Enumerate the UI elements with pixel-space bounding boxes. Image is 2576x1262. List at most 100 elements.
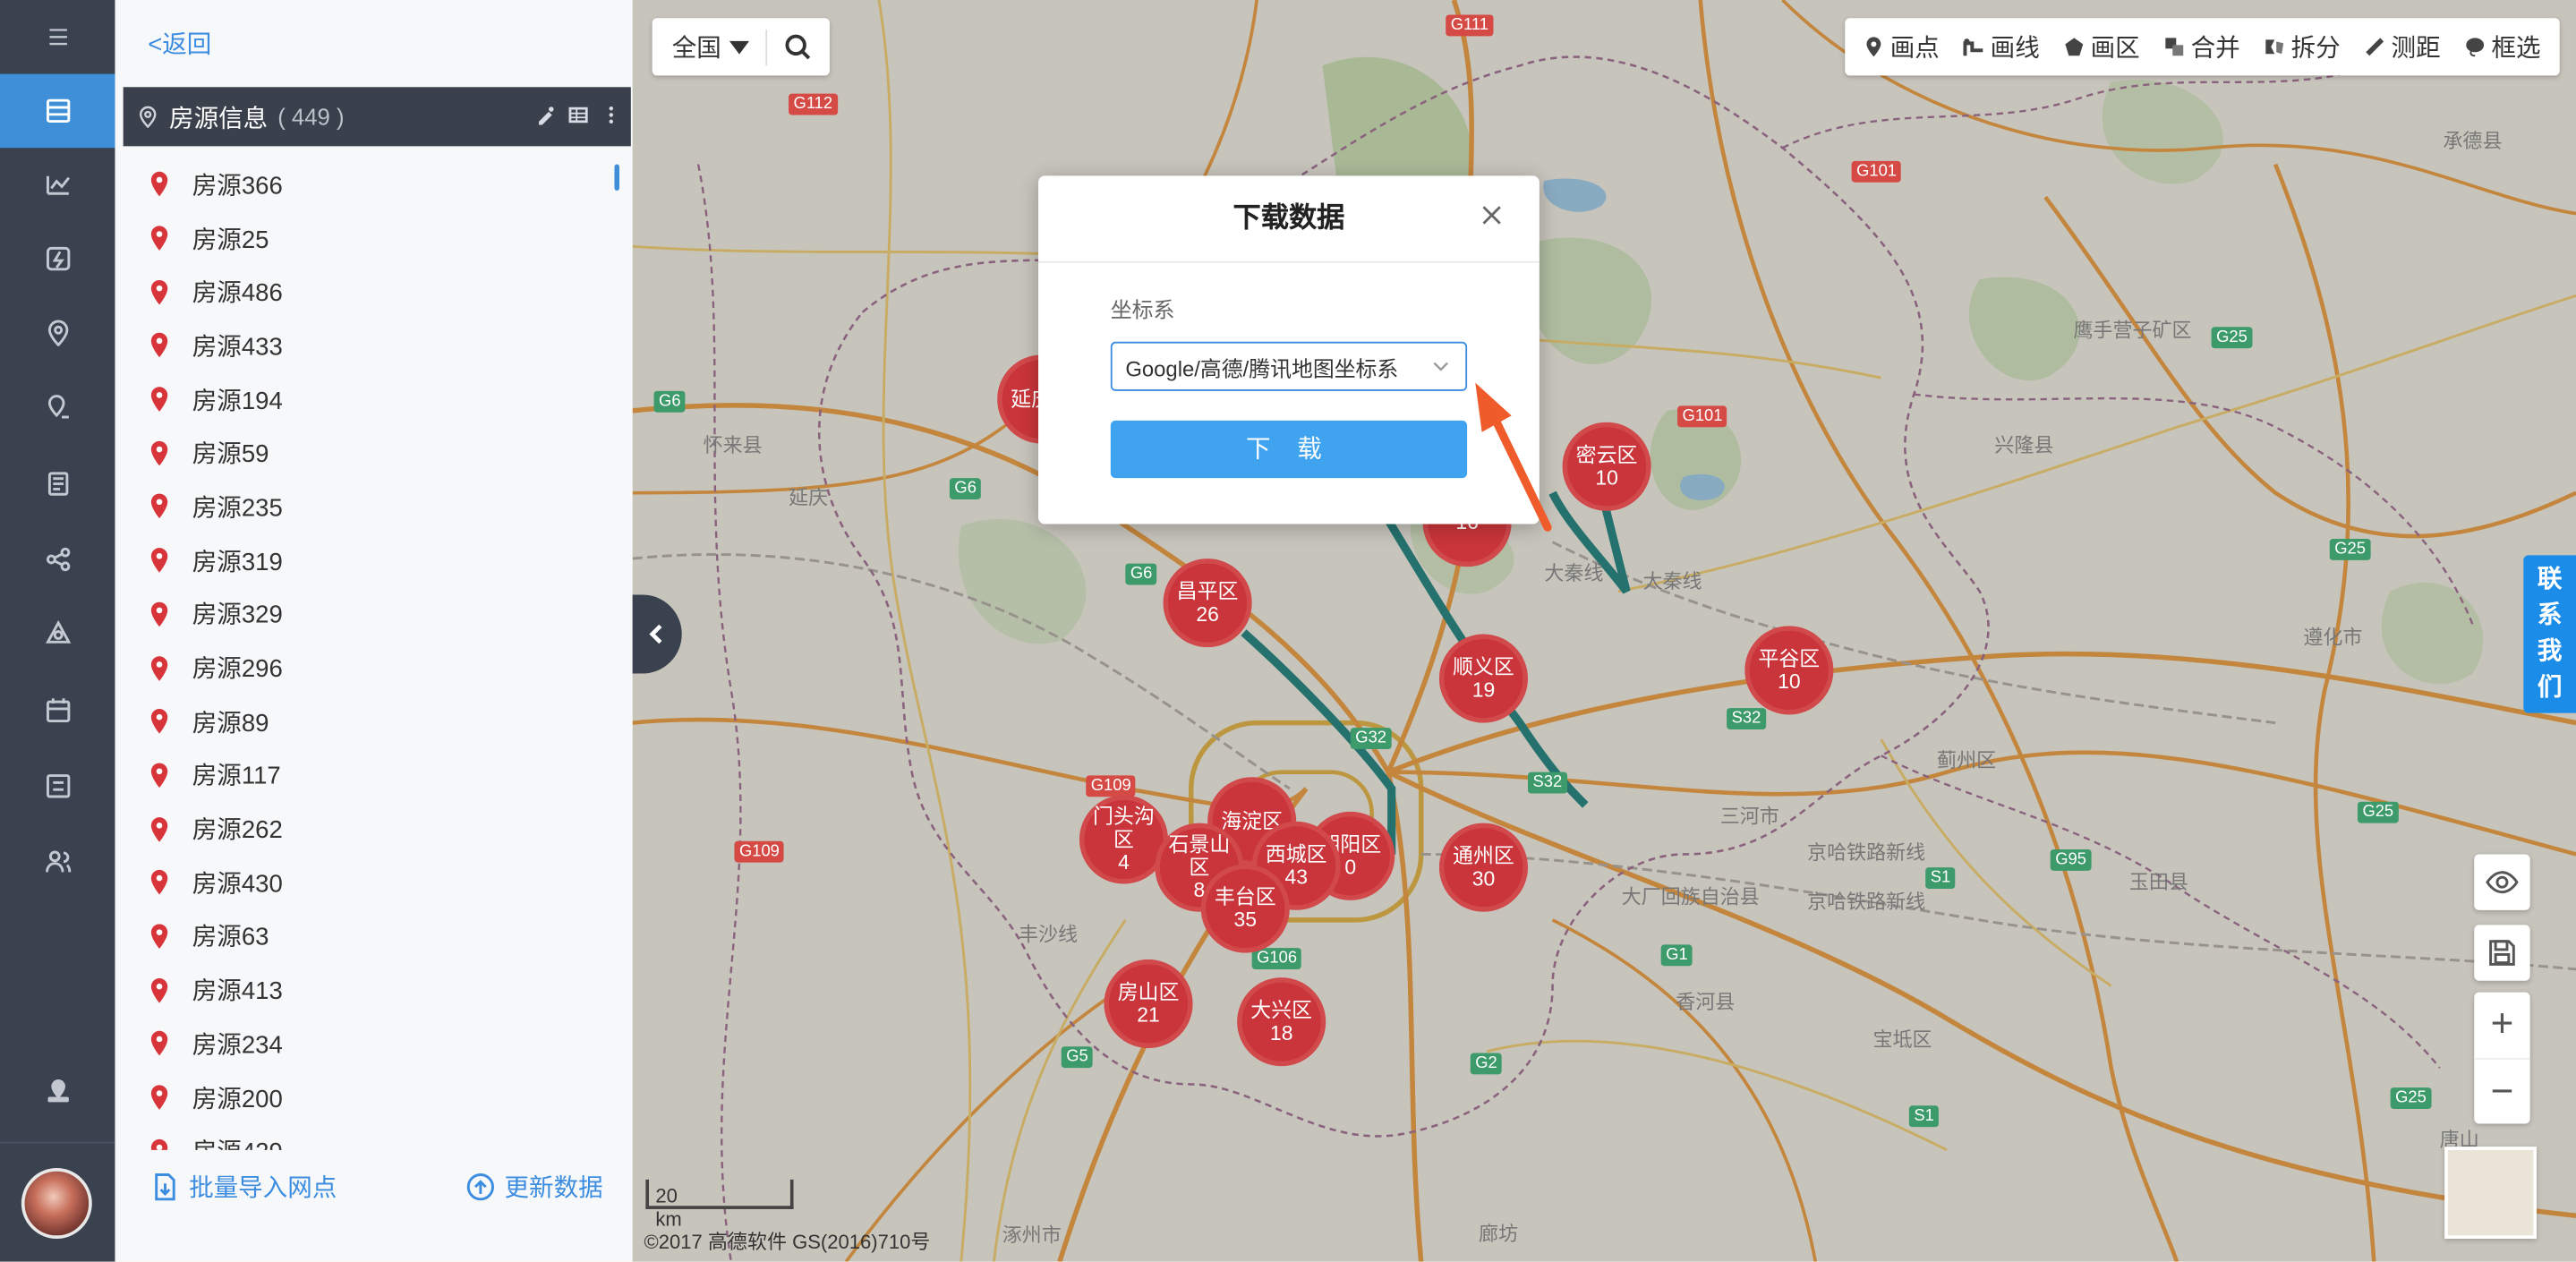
modal-backdrop <box>632 0 2576 1262</box>
refresh-data-button[interactable]: 更新数据 <box>466 1170 603 1205</box>
cluster-marker[interactable]: 房山区 21 <box>1104 959 1193 1049</box>
tool-polygon[interactable]: 画区 <box>2064 30 2140 64</box>
cluster-count: 35 <box>1233 908 1258 932</box>
list-item[interactable]: 房源59 <box>124 426 625 480</box>
cluster-name: 通州区 <box>1453 844 1514 868</box>
list-item[interactable]: 房源235 <box>124 480 625 533</box>
map-canvas[interactable] <box>632 0 2576 1262</box>
close-button[interactable] <box>1479 202 1512 235</box>
list-item[interactable]: 房源329 <box>124 587 625 641</box>
list-item-label: 房源296 <box>192 655 283 684</box>
list-item[interactable]: 房源413 <box>124 963 625 1017</box>
tool-label: 拆分 <box>2290 34 2341 63</box>
layers-nav-button[interactable] <box>0 73 115 149</box>
search-icon[interactable] <box>784 33 812 61</box>
cluster-name: 丰台区 <box>1214 885 1276 909</box>
eye-button[interactable] <box>2474 854 2530 910</box>
list-item[interactable]: 房源433 <box>124 319 625 372</box>
style-icon[interactable] <box>535 104 555 127</box>
import-button[interactable]: 批量导入网点 <box>151 1170 337 1205</box>
list-item[interactable]: 房源296 <box>124 641 625 695</box>
cluster-name: 大兴区 <box>1250 998 1313 1022</box>
contact-char: 联 <box>2537 565 2563 593</box>
map-marker-icon <box>150 870 168 895</box>
flash-nav-button[interactable] <box>0 222 115 296</box>
document-nav-button[interactable] <box>0 447 115 521</box>
list-item-label: 房源234 <box>192 1031 283 1060</box>
coordinate-system-select[interactable]: Google/高德/腾讯地图坐标系 <box>1110 341 1468 391</box>
list-item[interactable]: 房源262 <box>124 802 625 856</box>
tool-pin[interactable]: 画点 <box>1864 30 1940 64</box>
tool-merge[interactable]: 合并 <box>2164 30 2240 64</box>
list-item[interactable]: 房源63 <box>124 909 625 963</box>
list-item[interactable]: 房源319 <box>124 533 625 587</box>
polygon-icon <box>2064 36 2090 57</box>
cluster-name: 顺义区 <box>1453 655 1514 679</box>
minimap[interactable] <box>2444 1147 2538 1239</box>
list-item[interactable]: 房源366 <box>124 158 625 211</box>
cluster-marker[interactable]: 丰台区 35 <box>1200 864 1290 953</box>
tool-ruler[interactable]: 测距 <box>2365 30 2441 64</box>
more-icon[interactable] <box>601 104 621 127</box>
cluster-count: 30 <box>1471 867 1496 891</box>
tool-split[interactable]: 拆分 <box>2265 30 2341 64</box>
table-icon[interactable] <box>568 104 588 127</box>
tool-lasso[interactable]: 框选 <box>2465 30 2541 64</box>
user-location-icon[interactable] <box>0 1054 115 1129</box>
list-item[interactable]: 房源429 <box>124 1124 625 1150</box>
cluster-marker[interactable]: 昌平区 26 <box>1163 559 1252 648</box>
save-icon <box>2489 940 2515 966</box>
cluster-marker[interactable]: 平谷区 10 <box>1744 626 1834 715</box>
menu-icon[interactable] <box>0 0 115 74</box>
share-nav-button[interactable] <box>0 523 115 597</box>
panel-header[interactable]: 房源信息 ( 449 ) <box>123 87 631 147</box>
list-item[interactable]: 房源89 <box>124 695 625 748</box>
download-button[interactable]: 下 载 <box>1110 420 1468 479</box>
data-panel: <返回 房源信息 ( 449 ) 房源366 房源25 房源486 房源433 房源19… <box>115 0 635 1262</box>
territory-nav-button[interactable] <box>0 596 115 670</box>
calendar-nav-button[interactable] <box>0 674 115 748</box>
contact-us-button[interactable]: 联系我们 <box>2523 555 2576 713</box>
road-shield: S1 <box>1908 1105 1940 1128</box>
map-marker-icon <box>150 279 168 304</box>
split-icon <box>2265 36 2290 57</box>
list-item[interactable]: 房源486 <box>124 265 625 319</box>
location-nav-button[interactable] <box>0 295 115 370</box>
back-link[interactable]: <返回 <box>148 26 211 61</box>
list-scrollbar[interactable] <box>614 164 619 191</box>
cluster-name: 西城区 <box>1265 842 1327 866</box>
map-marker-icon <box>150 333 168 358</box>
profile-area <box>0 1141 115 1262</box>
cluster-marker[interactable]: 大兴区 18 <box>1237 977 1326 1067</box>
zoom-in-button[interactable]: + <box>2474 993 2529 1058</box>
cluster-marker[interactable]: 密云区 10 <box>1562 422 1651 511</box>
cluster-name: 门头沟区 <box>1093 805 1155 851</box>
map-marker-icon <box>150 977 168 1002</box>
panel-count: ( 449 ) <box>277 103 345 131</box>
list-item[interactable]: 房源200 <box>124 1070 625 1124</box>
place-label: 延庆 <box>789 486 829 510</box>
avatar[interactable] <box>21 1168 92 1239</box>
zoom-out-button[interactable]: − <box>2474 1058 2530 1125</box>
map-marker-icon <box>150 226 168 251</box>
report-nav-button[interactable] <box>0 749 115 823</box>
list-item[interactable]: 房源25 <box>124 211 625 265</box>
cluster-marker[interactable]: 通州区 30 <box>1438 823 1529 912</box>
app-root: <返回 房源信息 ( 449 ) 房源366 房源25 房源486 房源433 房源19… <box>0 0 2576 1262</box>
route-location-nav-button[interactable] <box>0 370 115 444</box>
list-item[interactable]: 房源117 <box>124 748 625 802</box>
coordinate-system-label: 坐标系 <box>1110 297 1175 322</box>
cluster-marker[interactable]: 顺义区 19 <box>1438 634 1529 723</box>
contact-char: 我 <box>2537 637 2563 666</box>
list-item[interactable]: 房源430 <box>124 856 625 909</box>
tool-line[interactable]: 画线 <box>1964 30 2040 64</box>
list-item-label: 房源63 <box>192 924 269 952</box>
save-button[interactable] <box>2474 925 2530 981</box>
users-nav-button[interactable] <box>0 824 115 899</box>
map-marker-icon <box>150 387 168 412</box>
region-selector[interactable]: 全国 <box>652 18 830 76</box>
chevron-down-icon <box>1433 362 1448 371</box>
list-item[interactable]: 房源234 <box>124 1017 625 1070</box>
list-item[interactable]: 房源194 <box>124 372 625 426</box>
analysis-nav-button[interactable] <box>0 148 115 222</box>
